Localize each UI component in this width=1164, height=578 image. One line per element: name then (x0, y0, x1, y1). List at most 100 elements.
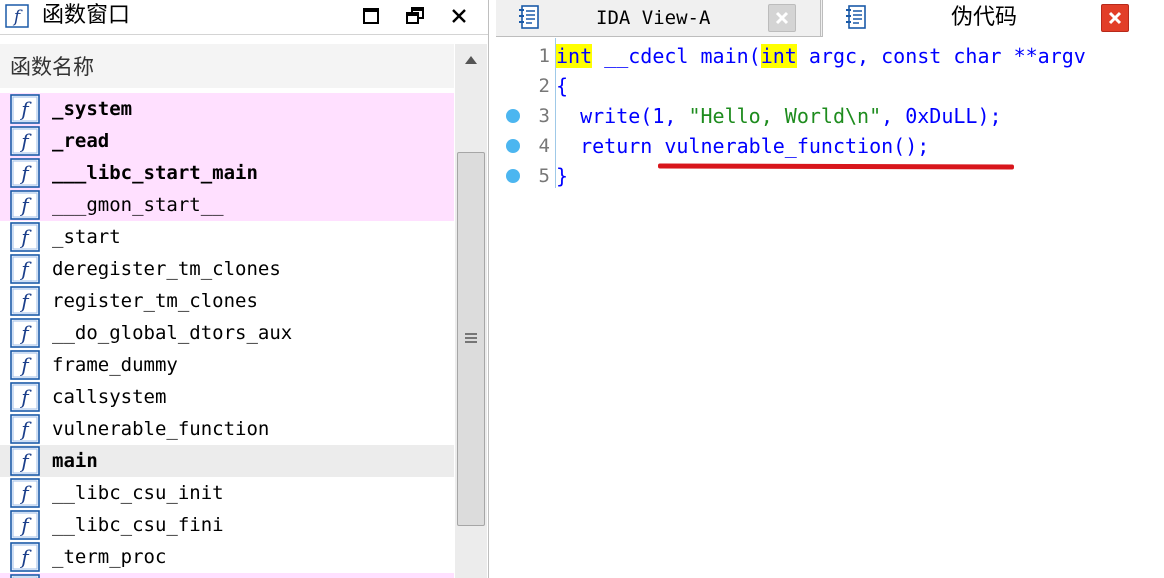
pseudocode-editor[interactable]: 1 int __cdecl main(int argc, const char … (496, 38, 1164, 578)
functions-window-title: 函数窗口 (42, 3, 131, 28)
function-name: vulnerable_function (52, 418, 270, 440)
restore-icon (406, 7, 424, 24)
scroll-up-button[interactable] (455, 44, 487, 76)
float-window-button[interactable] (402, 3, 428, 29)
function-icon: f (10, 286, 40, 316)
pseudocode-view-icon (846, 5, 866, 29)
function-row[interactable]: f register_tm_clones (0, 285, 454, 317)
close-icon (775, 11, 789, 25)
keyword-highlight: int (760, 44, 797, 68)
function-row[interactable]: f _read (0, 125, 454, 157)
function-row[interactable]: f _start (0, 221, 454, 253)
function-name: __libc_csu_fini (52, 514, 224, 536)
function-name: main (52, 450, 98, 472)
breakpoint-dot-icon[interactable] (506, 139, 520, 153)
function-name: callsystem (52, 386, 167, 408)
function-name: _start (52, 226, 121, 248)
function-name: ___gmon_start__ (52, 194, 224, 216)
code-line-3[interactable]: 3 write(1, "Hello, World\n", 0xDuLL); (496, 101, 1164, 131)
function-name: ___libc_start_main (52, 162, 258, 184)
code-fragment: argc, const char **argv (796, 44, 1086, 68)
function-row[interactable]: f __do_global_dtors_aux (0, 317, 454, 349)
maximize-button[interactable] (358, 3, 384, 29)
code-line-2[interactable]: 2 { (496, 71, 1164, 101)
close-window-button[interactable] (446, 3, 472, 29)
grip-icon (465, 333, 477, 343)
function-name: _system (52, 98, 133, 120)
function-row[interactable]: f _system (0, 93, 454, 125)
function-icon: f (10, 478, 40, 508)
code-text[interactable]: return vulnerable_function(); (556, 131, 929, 161)
close-icon (452, 9, 466, 23)
function-name: __do_global_dtors_aux (52, 322, 293, 344)
scrollbar-thumb[interactable] (457, 152, 485, 526)
code-line-4[interactable]: 4 return vulnerable_function(); (496, 131, 1164, 161)
function-row[interactable]: f ___gmon_start__ (0, 189, 454, 221)
function-name: __libc_csu_init (52, 482, 224, 504)
function-list: f _system f _read f ___libc_start_main f ___gmo… (0, 93, 454, 578)
tab-ida-view-a[interactable]: IDA View-A (496, 0, 821, 36)
function-icon: f (10, 254, 40, 284)
line-number: 5 (538, 165, 550, 187)
function-icon: f (10, 158, 40, 188)
line-number: 4 (538, 135, 550, 157)
code-line-1[interactable]: 1 int __cdecl main(int argc, const char … (496, 41, 1164, 71)
keyword-highlight: int (556, 44, 593, 68)
line-number: 3 (538, 105, 550, 127)
function-icon: f (10, 542, 40, 572)
breakpoint-dot-icon[interactable] (506, 169, 520, 183)
function-row[interactable]: f ___libc_start_main (0, 157, 454, 189)
functions-window-titlebar: f 函数窗口 (0, 0, 488, 35)
function-name: deregister_tm_clones (52, 258, 281, 280)
code-fragment: , 0xDuLL); (881, 104, 1002, 128)
function-name-column-header[interactable]: 函数名称 (0, 44, 454, 88)
function-list-scrollbar[interactable] (455, 44, 487, 578)
function-icon: f (10, 190, 40, 220)
function-row[interactable]: f vulnerable_function (0, 413, 454, 445)
function-row[interactable]: f __libc_csu_fini (0, 509, 454, 541)
column-header-label: 函数名称 (10, 55, 94, 79)
code-fragment: __cdecl main( (592, 44, 761, 68)
function-icon: f (10, 510, 40, 540)
code-text[interactable]: write(1, "Hello, World\n", 0xDuLL); (556, 101, 1002, 131)
line-number: 1 (538, 45, 550, 67)
code-text[interactable]: } (556, 161, 568, 191)
view-tabbar: IDA View-A 伪代码 (496, 0, 1164, 37)
function-icon: f (10, 382, 40, 412)
function-row[interactable]: f _term_proc (0, 541, 454, 573)
disassembly-view-icon (519, 5, 539, 29)
function-name: _term_proc (52, 546, 167, 568)
tab-label: IDA View-A (596, 7, 711, 29)
function-icon: f (10, 318, 40, 348)
function-row[interactable]: f deregister_tm_clones (0, 253, 454, 285)
breakpoint-dot-icon[interactable] (506, 109, 520, 123)
line-number: 2 (538, 75, 550, 97)
function-name: _read (52, 130, 110, 152)
function-row[interactable]: f __libc_csu_init (0, 477, 454, 509)
function-row[interactable]: f main (0, 445, 454, 477)
code-text[interactable]: int __cdecl main(int argc, const char **… (556, 41, 1086, 71)
function-icon: f (10, 222, 40, 252)
code-text[interactable]: { (556, 71, 568, 101)
function-icon: f (10, 126, 40, 156)
close-icon (1108, 11, 1122, 25)
maximize-icon (363, 8, 379, 24)
tab-label: 伪代码 (951, 5, 1018, 30)
tab-close-button[interactable] (1101, 4, 1129, 32)
arrow-up-icon (465, 56, 477, 64)
function-name: register_tm_clones (52, 290, 258, 312)
function-row[interactable]: f frame_dummy (0, 349, 454, 381)
code-fragment: write(1, (556, 104, 689, 128)
function-icon: f (10, 446, 40, 476)
functions-window: f 函数窗口 函数名称 f _system f _read f ___libc_start… (0, 0, 489, 578)
function-row[interactable]: f (0, 573, 454, 578)
tab-pseudocode[interactable]: 伪代码 (822, 0, 1164, 37)
function-name: frame_dummy (52, 354, 178, 376)
function-icon: f (10, 94, 40, 124)
function-row[interactable]: f callsystem (0, 381, 454, 413)
tab-close-button[interactable] (768, 4, 796, 32)
string-literal: "Hello, World\n" (688, 104, 882, 128)
function-icon: f (10, 350, 40, 380)
function-icon: f (5, 4, 29, 28)
annotation-underline (657, 163, 1015, 170)
